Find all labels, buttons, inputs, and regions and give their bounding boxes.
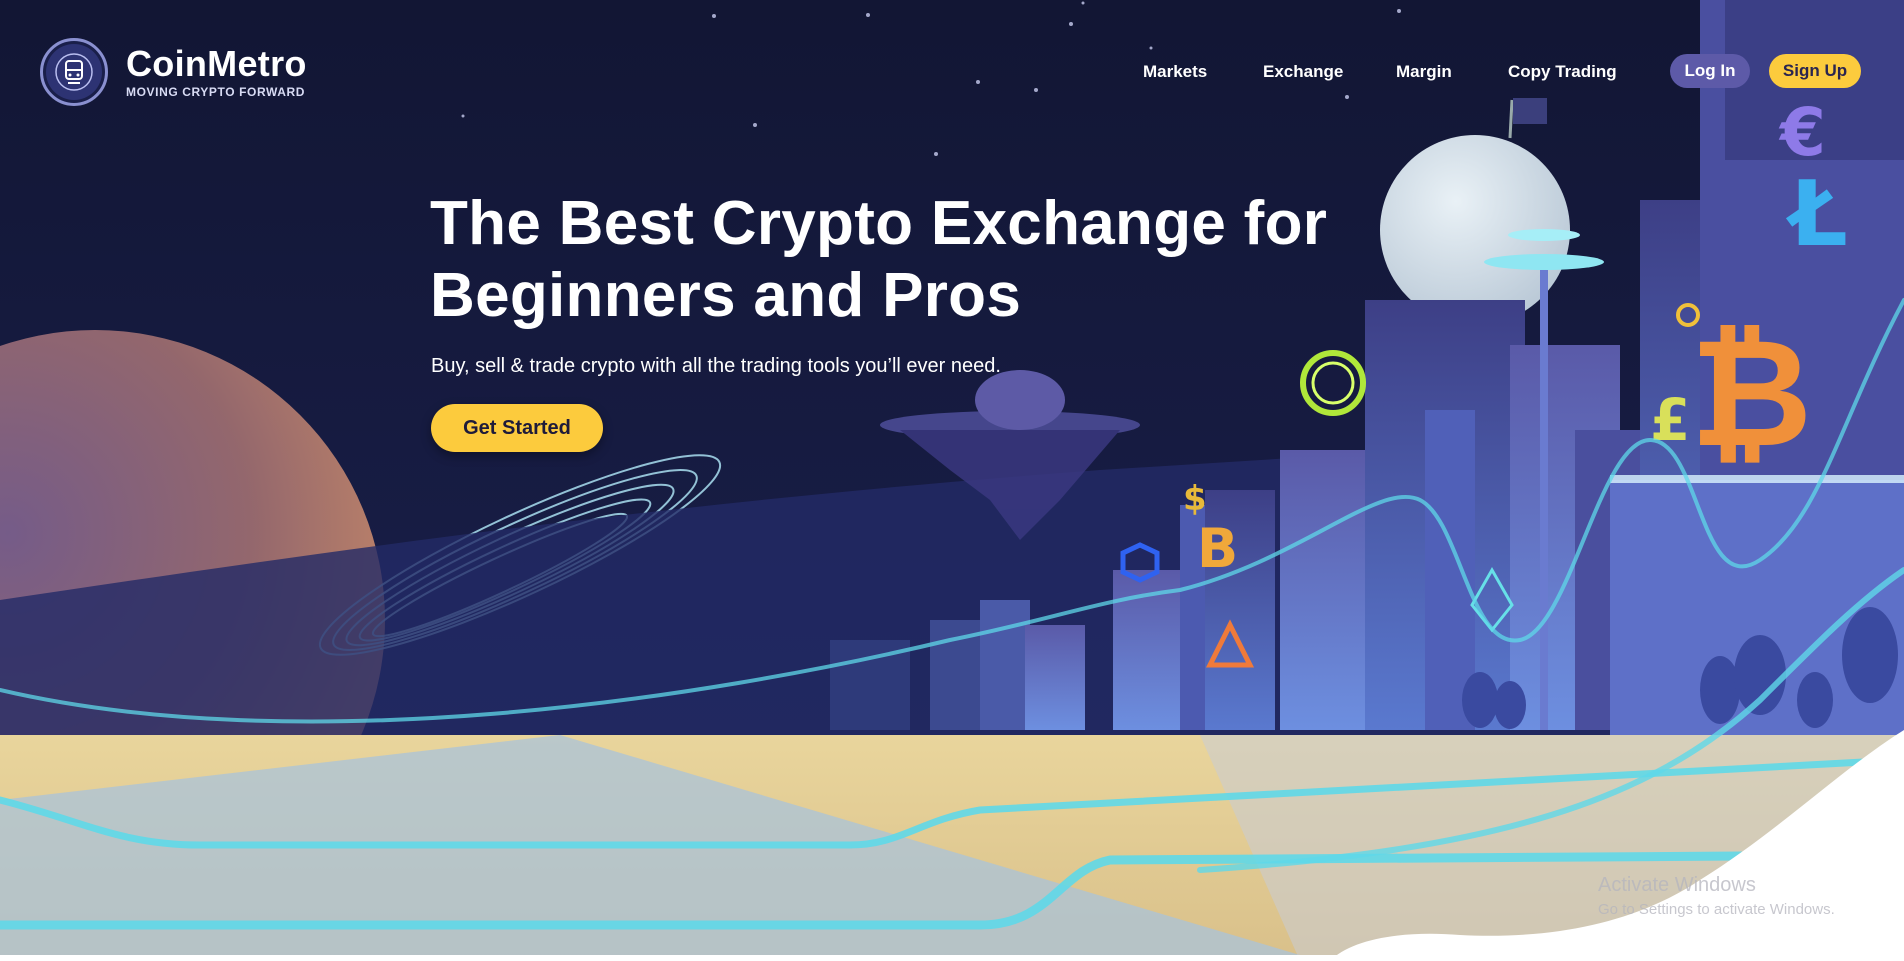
nav-margin[interactable]: Margin (1396, 62, 1452, 82)
brand-logo[interactable]: CoinMetro MOVING CRYPTO FORWARD (40, 38, 307, 106)
nav-markets[interactable]: Markets (1143, 62, 1207, 82)
hero-illustration: € Ł ₿ £ $ B (0, 0, 1904, 961)
login-button[interactable]: Log In (1670, 54, 1750, 88)
dollar-sign: $ (1183, 479, 1207, 519)
watermark-line2: Go to Settings to activate Windows. (1598, 901, 1835, 918)
bitcoin-sign: ₿ (1690, 307, 1812, 481)
litecoin-sign: Ł (1785, 162, 1848, 267)
brand-name: CoinMetro (126, 43, 307, 84)
os-activation-watermark: Activate Windows Go to Settings to activ… (1598, 874, 1835, 918)
brand-tagline: MOVING CRYPTO FORWARD (126, 85, 306, 99)
hero-subtitle: Buy, sell & trade crypto with all the tr… (431, 355, 1001, 377)
nav-exchange[interactable]: Exchange (1263, 62, 1343, 82)
hero-title-line2: Beginners and Pros (430, 261, 1022, 330)
train-icon (40, 38, 108, 106)
get-started-button[interactable]: Get Started (431, 404, 603, 452)
signup-button[interactable]: Sign Up (1769, 54, 1861, 88)
bitcoin-small-sign: B (1197, 517, 1238, 580)
watermark-line1: Activate Windows (1598, 874, 1756, 896)
site-header: CoinMetro MOVING CRYPTO FORWARD Markets … (0, 0, 1904, 140)
pound-sign: £ (1650, 386, 1690, 454)
hero-title: The Best Crypto Exchange for Beginners a… (430, 188, 1330, 332)
nav-copy-trading[interactable]: Copy Trading (1508, 62, 1617, 82)
hero-title-line1: The Best Crypto Exchange for (430, 189, 1328, 258)
